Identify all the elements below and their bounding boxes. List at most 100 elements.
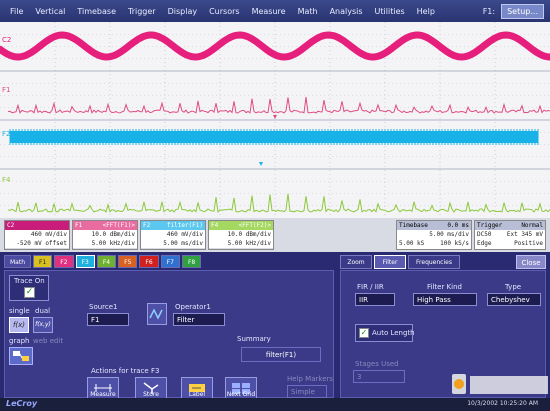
c2-label: C2 [2, 36, 11, 44]
watermark-graphic [452, 374, 548, 394]
tab-f3[interactable]: F3 [75, 255, 95, 268]
trace-name: F4 [211, 222, 219, 229]
trace-name: F2 [143, 222, 151, 229]
help-markers-label: Help Markers [287, 375, 334, 383]
close-button[interactable]: Close [516, 255, 546, 269]
menu-cursors[interactable]: Cursors [203, 7, 245, 16]
trigger-title: Trigger [477, 222, 503, 229]
timebase-value: 0.0 ms [447, 222, 469, 229]
trigger-coupling: DC50 [477, 231, 492, 238]
tab-f2[interactable]: F2 [54, 255, 74, 268]
trigger-header: Trigger Normal [475, 221, 545, 230]
label-button-label: Label [188, 391, 206, 398]
trace-on-checkbox[interactable]: ✓ [24, 287, 35, 298]
tab-f5[interactable]: F5 [118, 255, 138, 268]
single-label: single [9, 307, 30, 315]
timebase-box[interactable]: Timebase 0.0 ms 5.00 ms/div 5.00 kS 100 … [396, 220, 472, 250]
trace-box-row: 5.00 kHz/div [209, 239, 273, 248]
tab-f1[interactable]: F1 [33, 255, 53, 268]
trace-function: filter(F1) [166, 222, 203, 229]
trace-box-header: C2 [5, 221, 69, 230]
filter-kind-label: Filter Kind [427, 283, 462, 291]
menu-math[interactable]: Math [292, 7, 324, 16]
waveform-grid[interactable]: C2 F1 F2 F4 [0, 22, 550, 218]
setup-button[interactable]: Setup... [501, 3, 544, 19]
f4-label: F4 [2, 176, 11, 184]
timebase-rate: 100 kS/s [440, 240, 469, 247]
math-tabs: Math F1 F2 F3 F4 F5 F6 F7 F8 [4, 255, 203, 269]
timebase-header: Timebase 0.0 ms [397, 221, 471, 230]
trigger-row: DC50 Ext 345 mV [475, 230, 545, 239]
f2-label: F2 [2, 130, 10, 138]
trace-on-group: Trace On ✓ [9, 275, 49, 301]
source-label: Source1 [89, 303, 118, 311]
menu-timebase[interactable]: Timebase [71, 7, 122, 16]
trace-box-f2[interactable]: F2 filter(F1) 460 mV/div 5.00 ms/div [140, 220, 206, 250]
fir-iir-field[interactable]: IIR [355, 293, 395, 306]
filter-kind-field[interactable]: High Pass [413, 293, 477, 306]
trigger-level: Ext 345 mV [506, 231, 543, 238]
f1-label: F1 [2, 86, 10, 94]
graph-button[interactable] [9, 347, 33, 365]
trace-box-row: -520 mV offset [5, 239, 69, 248]
timebase-samples: 5.00 kS [399, 240, 425, 247]
tab-frequencies[interactable]: Frequencies [408, 255, 460, 269]
stages-used-field: 3 [353, 370, 405, 383]
next-grid-button-label: Next Grid [226, 391, 256, 398]
help-markers-field[interactable]: Simple [287, 385, 327, 398]
single-operator-button[interactable]: f(x) [9, 317, 29, 333]
trace-box-f4[interactable]: F4 <FFT(F2)> 10.0 dBm/div 5.00 kHz/div [208, 220, 274, 250]
operator-select-button[interactable] [147, 303, 167, 325]
menu-help[interactable]: Help [411, 7, 441, 16]
menu-trigger[interactable]: Trigger [122, 7, 162, 16]
timebase-row: 5.00 kS 100 kS/s [397, 239, 471, 248]
trace-box-header: F4 <FFT(F2)> [209, 221, 273, 230]
tab-f7[interactable]: F7 [160, 255, 180, 268]
tab-filter[interactable]: Filter [374, 255, 406, 269]
menu-analysis[interactable]: Analysis [324, 7, 369, 16]
timebase-per-div: 5.00 ms/div [429, 231, 469, 238]
menu-right: F1: Setup... [482, 3, 550, 19]
operator-label: Operator1 [175, 303, 211, 311]
trace-box-header: F2 filter(F1) [141, 221, 205, 230]
menu-display[interactable]: Display [162, 7, 204, 16]
graph-icon [13, 351, 29, 361]
tab-f6[interactable]: F6 [139, 255, 159, 268]
type-label: Type [505, 283, 522, 291]
trace-box-row: 10.0 dBm/div [209, 230, 273, 239]
type-field[interactable]: Chebyshev [487, 293, 541, 306]
trace-box-row: 460 mV/div [141, 230, 205, 239]
menu-vertical[interactable]: Vertical [29, 7, 71, 16]
dual-label: dual [35, 307, 51, 315]
trace-box-row: 5.00 kHz/div [73, 239, 137, 248]
tab-f8[interactable]: F8 [181, 255, 202, 268]
trace-on-label: Trace On [14, 277, 45, 285]
trace-box-row: 10.0 dBm/div [73, 230, 137, 239]
menu-bar: File Vertical Timebase Trigger Display C… [0, 0, 550, 22]
tab-zoom[interactable]: Zoom [340, 255, 372, 269]
actions-label: Actions for trace F3 [91, 367, 160, 375]
trace-function: <FFT(F2)> [238, 222, 271, 229]
tab-f4[interactable]: F4 [96, 255, 117, 268]
f3-setup-pane: Trace On ✓ single dual f(x) f(x,y) graph… [4, 270, 334, 399]
filter-wave-icon [149, 308, 163, 320]
tab-math[interactable]: Math [4, 255, 32, 268]
menu-utilities[interactable]: Utilities [369, 7, 411, 16]
operator-field[interactable]: Filter [173, 313, 225, 326]
auto-length-checkbox[interactable]: ✓ [359, 328, 369, 338]
menu-measure[interactable]: Measure [246, 7, 292, 16]
source-field[interactable]: F1 [87, 313, 129, 326]
graph-label: graph [9, 337, 30, 345]
active-function-label: F1: [482, 6, 496, 16]
datetime: 10/3/2002 10:25:20 AM [467, 400, 538, 407]
trace-box-header: F1 <FFT(F1)> [73, 221, 137, 230]
trace-box-c2[interactable]: C2 460 mV/div -520 mV offset [4, 220, 70, 250]
trace-box-f1[interactable]: F1 <FFT(F1)> 10.0 dBm/div 5.00 kHz/div [72, 220, 138, 250]
trigger-box[interactable]: Trigger Normal DC50 Ext 345 mV Edge Posi… [474, 220, 546, 250]
trigger-row: Edge Positive [475, 239, 545, 248]
dual-operator-button[interactable]: f(x,y) [33, 317, 53, 333]
fir-iir-label: FIR / IIR [357, 283, 384, 291]
timebase-title: Timebase [399, 222, 428, 229]
stages-used-label: Stages Used [355, 360, 399, 368]
menu-file[interactable]: File [0, 7, 29, 16]
